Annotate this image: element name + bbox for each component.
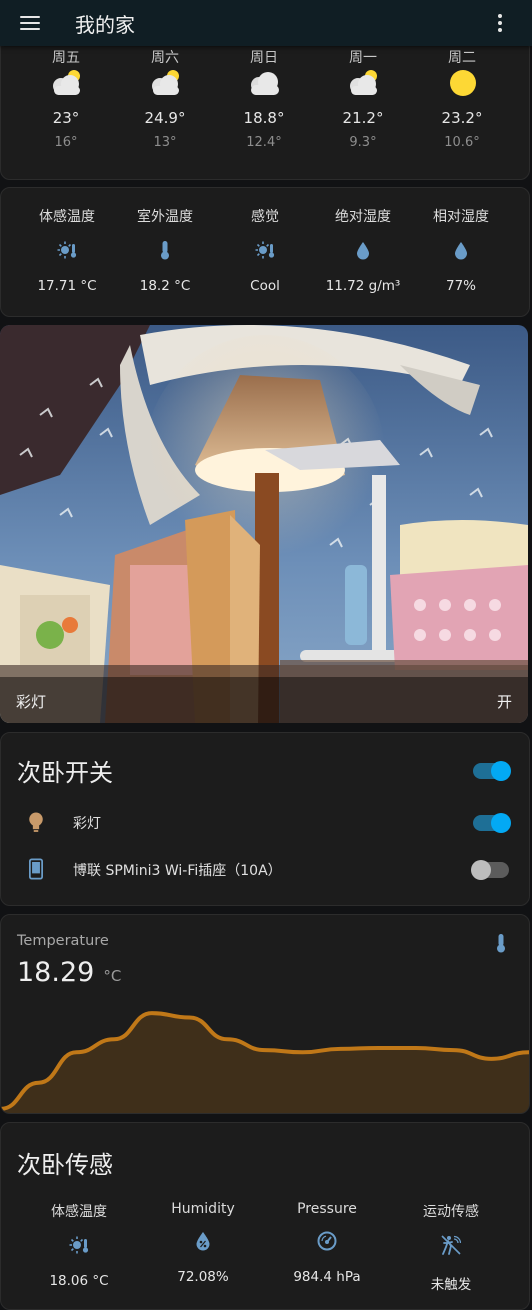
temperature-graph-card[interactable]: Temperature 18.29 °C xyxy=(0,914,530,1114)
thermometer-icon xyxy=(497,934,505,953)
bedroom-lamp-photo xyxy=(0,325,528,723)
picture-entity-state: 开 xyxy=(496,693,512,711)
socket-switch-toggle[interactable] xyxy=(471,860,509,880)
weather-forecast-card[interactable]: 周五 23° 16° 周六 24.9° 13° 周日 18.8° 12.4° 周… xyxy=(0,38,530,180)
sensor-entity[interactable]: Humidity 72.08% xyxy=(153,1201,253,1285)
sunny-icon xyxy=(450,70,476,96)
sensor-entity[interactable]: 感觉 Cool xyxy=(215,206,315,294)
forecast-high: 21.2° xyxy=(342,109,384,127)
sensor-value: 17.71 °C xyxy=(37,278,97,294)
temperature-area xyxy=(1,1013,529,1113)
sensor-value: 18.2 °C xyxy=(139,278,191,294)
forecast-day-name: 周六 xyxy=(151,50,179,66)
forecast-low: 10.6° xyxy=(444,135,480,150)
sensor-label: 室外温度 xyxy=(137,209,193,225)
sensor-label: 体感温度 xyxy=(39,209,95,225)
sensor-value: 18.29 xyxy=(17,957,95,988)
sensor-entity[interactable]: 室外温度 18.2 °C xyxy=(115,206,215,294)
humidity-percent-icon xyxy=(196,1232,210,1251)
bedroom-sensors-card: 次卧传感 体感温度 18.06 °C Humidity 72.08% Press… xyxy=(0,1122,530,1310)
partly-cloudy-icon xyxy=(53,70,80,95)
forecast-high: 23.2° xyxy=(441,109,483,127)
forecast-low: 13° xyxy=(153,135,177,150)
toggle-knob xyxy=(471,860,491,880)
thermometer-icon xyxy=(161,241,169,260)
forecast-high: 18.8° xyxy=(243,109,285,127)
forecast-low: 9.3° xyxy=(349,135,377,150)
phone-icon xyxy=(29,858,43,880)
sensor-reading: 18.29 °C xyxy=(17,957,121,988)
cloudy-icon xyxy=(251,72,279,95)
gauge-icon xyxy=(317,1231,337,1251)
switch-entity-name[interactable]: 彩灯 xyxy=(73,813,101,833)
master-toggle[interactable] xyxy=(473,761,511,781)
motion-sensor-off-icon xyxy=(441,1235,462,1255)
sensor-entity[interactable]: 体感温度 18.06 °C xyxy=(29,1201,129,1289)
picture-entity-name: 彩灯 xyxy=(16,693,47,711)
partly-cloudy-icon xyxy=(350,70,377,95)
sensor-entity[interactable]: 体感温度 17.71 °C xyxy=(17,206,117,294)
sensor-value: 18.06 °C xyxy=(49,1273,109,1289)
temperature-chart xyxy=(1,1011,529,1113)
toggle-knob xyxy=(491,761,511,781)
sensor-label: 运动传感 xyxy=(423,1204,479,1220)
sensor-unit: °C xyxy=(103,967,122,985)
forecast-high: 23° xyxy=(52,109,80,127)
sensor-value: Cool xyxy=(250,278,280,294)
sun-thermometer-icon xyxy=(69,1236,89,1254)
lightbulb-icon xyxy=(29,812,43,832)
sensor-entity[interactable]: Pressure 984.4 hPa xyxy=(277,1201,377,1285)
menu-icon[interactable] xyxy=(20,15,42,31)
water-drop-icon xyxy=(357,242,369,260)
sensor-value: 未触发 xyxy=(430,1277,472,1293)
switch-entity-name[interactable]: 博联 SPMini3 Wi-Fi插座（10A） xyxy=(73,860,282,880)
sensor-entity[interactable]: 绝对湿度 11.72 g/m³ xyxy=(313,206,413,294)
card-title: 次卧传感 xyxy=(17,1151,113,1179)
forecast-day-name: 周二 xyxy=(448,50,476,66)
lamp-picture-card[interactable]: 彩灯 开 xyxy=(0,325,528,723)
forecast-high: 24.9° xyxy=(144,109,186,127)
water-drop-icon xyxy=(455,242,467,260)
forecast-day-name: 周五 xyxy=(52,50,80,66)
lamp-switch-toggle[interactable] xyxy=(473,813,511,833)
sensor-value: 984.4 hPa xyxy=(293,1269,361,1285)
forecast-low: 12.4° xyxy=(246,135,282,150)
sensor-label: Humidity xyxy=(171,1201,235,1217)
forecast-day-name: 周一 xyxy=(349,50,377,66)
sensor-value: 11.72 g/m³ xyxy=(325,278,401,294)
sensor-entity[interactable]: 相对湿度 77% xyxy=(411,206,511,294)
sensor-label: 感觉 xyxy=(251,209,279,225)
sensor-value: 77% xyxy=(445,278,476,294)
sensor-label: 绝对湿度 xyxy=(335,209,391,225)
more-options-icon[interactable] xyxy=(498,14,502,32)
sensor-name: Temperature xyxy=(17,933,109,949)
card-title: 次卧开关 xyxy=(17,759,113,787)
page-title: 我的家 xyxy=(75,12,135,37)
partly-cloudy-icon xyxy=(152,70,179,95)
outdoor-sensors-card: 体感温度 17.71 °C 室外温度 18.2 °C 感觉 Cool 绝对湿度 … xyxy=(0,187,530,317)
app-toolbar: 我的家 xyxy=(0,0,532,46)
sensor-label: 体感温度 xyxy=(51,1204,107,1220)
sensor-label: 相对湿度 xyxy=(433,209,489,225)
forecast-day-name: 周日 xyxy=(250,50,278,66)
picture-footer: 彩灯 开 xyxy=(0,677,528,723)
toggle-knob xyxy=(491,813,511,833)
sun-thermometer-icon xyxy=(57,241,77,259)
sensor-entity[interactable]: 运动传感 未触发 xyxy=(401,1201,501,1293)
sensor-label: Pressure xyxy=(297,1201,357,1217)
sun-thermometer-icon xyxy=(255,241,275,259)
bedroom-switches-card: 次卧开关 彩灯 博联 SPMini3 Wi-Fi插座（10A） xyxy=(0,732,530,906)
sensor-value: 72.08% xyxy=(177,1269,229,1285)
forecast-low: 16° xyxy=(54,135,78,150)
